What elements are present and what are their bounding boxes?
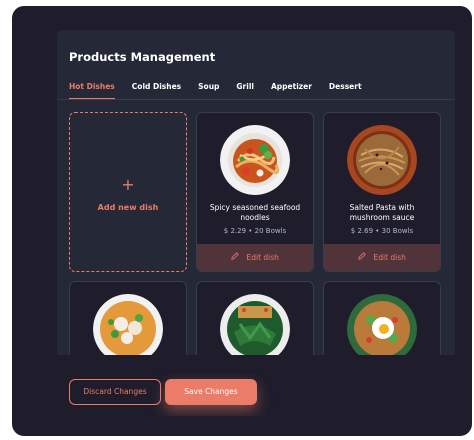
discard-changes-button[interactable]: Discard Changes — [69, 379, 161, 405]
tab-cold-dishes[interactable]: Cold Dishes — [132, 82, 181, 100]
dish-meta: $ 2.29 • 20 Bowls — [197, 227, 313, 235]
dish-image — [93, 294, 163, 364]
page-title: Products Management — [69, 50, 216, 64]
dish-card: Salted Pasta with mushroom sauce $ 2.69 … — [323, 112, 441, 272]
tab-divider — [57, 99, 455, 100]
edit-dish-label: Edit dish — [246, 253, 279, 262]
edit-dish-label: Edit dish — [373, 253, 406, 262]
dish-price: $ 2.69 — [350, 227, 374, 235]
dish-card: Spicy seasoned seafood noodles $ 2.29 • … — [196, 112, 314, 272]
edit-dish-button[interactable]: Edit dish — [197, 244, 313, 271]
dish-stock: 20 Bowls — [254, 227, 287, 235]
dish-name: Spicy seasoned seafood noodles — [209, 203, 301, 222]
app-window: Products Management Hot Dishes Cold Dish… — [12, 6, 472, 436]
meta-separator: • — [375, 227, 380, 235]
tab-grill[interactable]: Grill — [236, 82, 254, 100]
meta-separator: • — [248, 227, 253, 235]
tab-hot-dishes[interactable]: Hot Dishes — [69, 82, 115, 100]
tab-soup[interactable]: Soup — [198, 82, 219, 100]
dish-price: $ 2.29 — [223, 227, 247, 235]
plus-icon: + — [121, 175, 135, 194]
products-management-panel: Products Management Hot Dishes Cold Dish… — [57, 30, 455, 416]
tab-appetizer[interactable]: Appetizer — [271, 82, 312, 100]
dish-image — [220, 125, 290, 195]
pencil-icon — [358, 244, 366, 271]
dish-stock: 30 Bowls — [381, 227, 414, 235]
pencil-icon — [231, 244, 239, 271]
add-new-dish-label: Add new dish — [97, 203, 159, 212]
footer-actions: Discard Changes Save Changes — [57, 355, 455, 416]
save-changes-button[interactable]: Save Changes — [165, 379, 257, 405]
dish-image — [220, 294, 290, 364]
tab-dessert[interactable]: Dessert — [329, 82, 362, 100]
dish-image — [347, 294, 417, 364]
dish-image — [347, 125, 417, 195]
dish-name: Salted Pasta with mushroom sauce — [349, 203, 415, 222]
dish-meta: $ 2.69 • 30 Bowls — [324, 227, 440, 235]
edit-dish-button[interactable]: Edit dish — [324, 244, 440, 271]
category-tabs: Hot Dishes Cold Dishes Soup Grill Appeti… — [69, 82, 379, 100]
add-new-dish-button[interactable]: + Add new dish — [69, 112, 187, 272]
